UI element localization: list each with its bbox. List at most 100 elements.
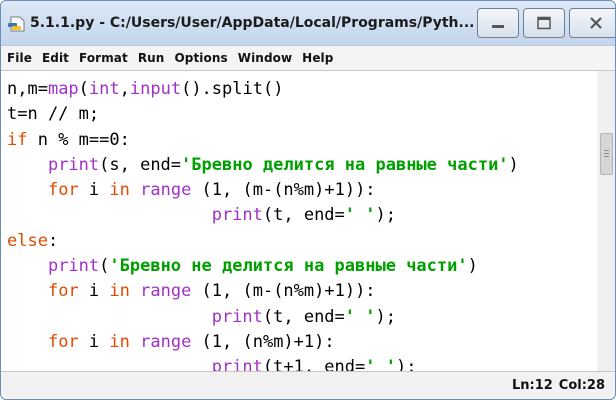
cursor-position: Ln:12 Col:28 <box>512 378 605 393</box>
menu-edit[interactable]: Edit <box>42 51 69 65</box>
menu-file[interactable]: File <box>7 51 32 65</box>
code-token: input <box>129 79 182 99</box>
code-token: ) <box>467 256 478 277</box>
window-controls <box>477 8 615 38</box>
code-token: (s, end= <box>99 154 182 175</box>
code-token: for <box>47 180 79 201</box>
code-token: if <box>7 129 28 150</box>
code-token: (1, (m-(n%m)+1)): <box>191 180 376 201</box>
code-token: ); <box>375 205 396 226</box>
menu-window[interactable]: Window <box>238 51 292 65</box>
grip-line <box>604 150 609 151</box>
maximize-button[interactable] <box>523 8 565 38</box>
code-token: ); <box>375 306 396 327</box>
minimize-icon <box>478 9 518 37</box>
code-token: ( <box>99 256 110 277</box>
code-token: ().split() <box>181 79 284 99</box>
code-token: (1, (n%m)+1): <box>191 331 335 352</box>
window-title: 5.1.1.py - C:/Users/User/AppData/Local/P… <box>30 15 475 31</box>
code-token: i <box>78 281 110 302</box>
code-line[interactable]: print(t, end=' '); <box>7 307 396 327</box>
code-token: print <box>47 154 100 175</box>
code-token: range <box>140 281 192 302</box>
menu-options[interactable]: Options <box>174 51 227 65</box>
code-token: range <box>140 180 192 201</box>
code-token: (t, end= <box>262 306 345 327</box>
code-token: for <box>47 281 79 302</box>
code-token: map <box>47 79 79 99</box>
code-token: n,m= <box>7 79 48 99</box>
column-number: Col:28 <box>558 378 605 393</box>
code-token: , <box>119 79 130 99</box>
code-token: (t+1, end= <box>262 357 366 371</box>
code-token: print <box>211 205 263 226</box>
code-token: 'Бревно не делится на равные части' <box>109 256 468 277</box>
code-line[interactable]: else: <box>7 231 58 251</box>
code-line[interactable]: print(t+1, end=' '); <box>7 357 417 371</box>
code-token: ' ' <box>344 306 376 327</box>
minimize-button[interactable] <box>477 8 519 38</box>
code-line[interactable]: for i in range (1, (n%m)+1): <box>7 332 335 352</box>
code-token: 'Бревно делится на равные части' <box>181 154 509 175</box>
code-editor[interactable]: n,m=map(int,input().split() t=n // m; if… <box>1 71 598 371</box>
code-token: (t, end= <box>262 205 345 226</box>
code-text[interactable]: n,m=map(int,input().split() t=n // m; if… <box>7 77 519 371</box>
code-line[interactable]: print(s, end='Бревно делится на равные ч… <box>7 155 519 175</box>
code-token: print <box>47 256 100 277</box>
code-token: ( <box>78 79 89 99</box>
code-token: n % m==0: <box>27 129 130 150</box>
code-token: ' ' <box>344 205 376 226</box>
code-token: in <box>109 331 130 352</box>
menu-run[interactable]: Run <box>138 51 165 65</box>
title-bar[interactable]: 5.1.1.py - C:/Users/User/AppData/Local/P… <box>1 1 615 45</box>
code-token: i <box>78 331 110 352</box>
code-token: print <box>211 357 263 371</box>
grip-line <box>604 153 609 154</box>
code-line[interactable]: print(t, end=' '); <box>7 205 396 225</box>
code-token: range <box>140 331 192 352</box>
menu-bar: File Edit Format Run Options Window Help <box>1 45 615 71</box>
code-token: t=n // m; <box>7 104 100 125</box>
scrollbar-thumb[interactable] <box>600 133 613 175</box>
code-token: i <box>78 180 110 201</box>
code-line[interactable]: if n % m==0: <box>7 130 130 150</box>
code-line[interactable]: n,m=map(int,input().split() <box>7 79 283 99</box>
code-token: print <box>211 306 263 327</box>
code-token: in <box>109 281 130 302</box>
grip-line <box>604 156 609 157</box>
close-button[interactable] <box>569 8 615 38</box>
code-token: else <box>7 230 48 251</box>
code-token: : <box>47 230 59 251</box>
status-bar: Ln:12 Col:28 <box>1 371 615 399</box>
code-line[interactable]: for i in range (1, (m-(n%m)+1)): <box>7 180 376 200</box>
code-token: for <box>47 331 79 352</box>
code-line[interactable]: t=n // m; <box>7 104 99 124</box>
code-token: int <box>88 79 120 99</box>
python-file-icon <box>8 16 25 32</box>
code-token: ) <box>508 154 519 175</box>
code-line[interactable]: print('Бревно не делится на равные части… <box>7 256 478 276</box>
line-number: Ln:12 <box>511 378 553 393</box>
close-icon <box>570 9 615 37</box>
code-token: ' ' <box>365 357 396 371</box>
code-line[interactable]: for i in range (1, (m-(n%m)+1)): <box>7 281 376 301</box>
menu-help[interactable]: Help <box>302 51 333 65</box>
menu-format[interactable]: Format <box>79 51 128 65</box>
code-token: in <box>109 180 130 201</box>
idle-editor-window: 5.1.1.py - C:/Users/User/AppData/Local/P… <box>0 0 616 400</box>
code-token: (1, (m-(n%m)+1)): <box>191 281 376 302</box>
maximize-icon <box>524 9 564 37</box>
vertical-scrollbar[interactable] <box>597 71 615 371</box>
code-token: ); <box>395 357 417 371</box>
